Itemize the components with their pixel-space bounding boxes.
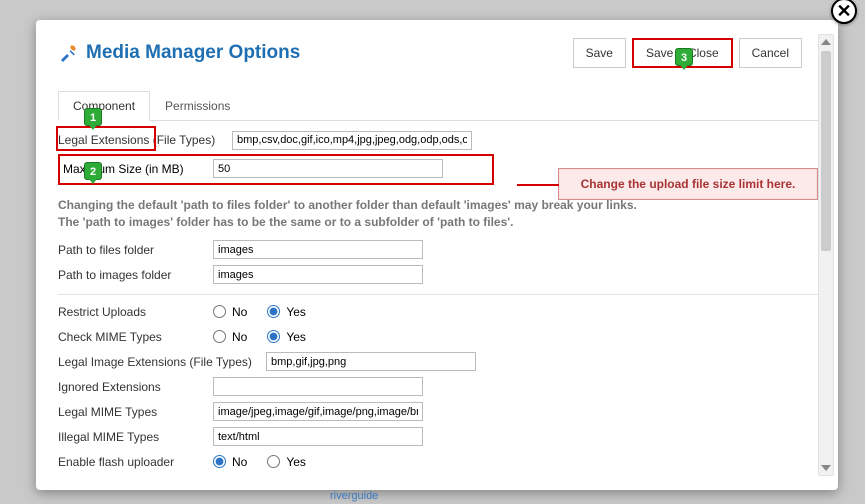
scroll-thumb[interactable] (821, 51, 831, 251)
options-modal: Media Manager Options Save Save & Close … (36, 20, 838, 490)
path-images-label: Path to images folder (58, 268, 213, 282)
marker-2: 2 (84, 162, 102, 180)
highlight-box-maxsize: Maximum Size (in MB) (58, 154, 494, 185)
path-warning-note: Changing the default 'path to files fold… (58, 197, 822, 231)
path-files-label: Path to files folder (58, 243, 213, 257)
restrict-yes-option[interactable]: Yes (267, 305, 306, 319)
legal-img-ext-label: Legal Image Extensions (File Types) (58, 355, 266, 369)
path-images-input[interactable] (213, 265, 423, 284)
legal-extensions-label: Legal Extensions (File Types) (58, 133, 232, 147)
restrict-no-radio[interactable] (213, 305, 226, 318)
footer-link[interactable]: riverguide (330, 490, 378, 502)
restrict-no-option[interactable]: No (213, 305, 247, 319)
radio-no-label: No (232, 330, 247, 344)
flash-uploader-radios: No Yes (213, 455, 306, 469)
tab-component[interactable]: Component (58, 91, 150, 121)
mime-no-option[interactable]: No (213, 330, 247, 344)
restrict-uploads-label: Restrict Uploads (58, 305, 213, 319)
scroll-up-icon[interactable] (821, 39, 831, 45)
radio-yes-label: Yes (286, 330, 306, 344)
separator (58, 294, 822, 295)
annotation-callout: Change the upload file size limit here. (558, 168, 818, 200)
save-button[interactable]: Save (573, 38, 626, 68)
cancel-button[interactable]: Cancel (739, 38, 802, 68)
legal-mime-input[interactable] (213, 402, 423, 421)
restrict-yes-radio[interactable] (267, 305, 280, 318)
restrict-uploads-radios: No Yes (213, 305, 306, 319)
ignored-ext-input[interactable] (213, 377, 423, 396)
check-mime-label: Check MIME Types (58, 330, 213, 344)
flash-uploader-label: Enable flash uploader (58, 455, 213, 469)
max-size-input[interactable] (213, 159, 443, 178)
flash-yes-radio[interactable] (267, 455, 280, 468)
legal-img-ext-input[interactable] (266, 352, 476, 371)
ignored-ext-label: Ignored Extensions (58, 380, 213, 394)
radio-yes-label: Yes (286, 455, 306, 469)
marker-3: 3 (675, 48, 693, 66)
vertical-scrollbar[interactable] (818, 34, 834, 476)
radio-no-label: No (232, 305, 247, 319)
check-mime-radios: No Yes (213, 330, 306, 344)
page-title: Media Manager Options (86, 42, 300, 64)
mime-yes-option[interactable]: Yes (267, 330, 306, 344)
tab-permissions[interactable]: Permissions (150, 91, 245, 121)
tools-icon (58, 43, 78, 63)
radio-no-label: No (232, 455, 247, 469)
marker-1: 1 (84, 108, 102, 126)
legal-extensions-input[interactable] (232, 131, 472, 150)
scroll-down-icon[interactable] (821, 465, 831, 471)
path-files-input[interactable] (213, 240, 423, 259)
flash-yes-option[interactable]: Yes (267, 455, 306, 469)
legal-mime-label: Legal MIME Types (58, 405, 213, 419)
note-line-2: The 'path to images' folder has to be th… (58, 214, 822, 231)
radio-yes-label: Yes (286, 305, 306, 319)
mime-yes-radio[interactable] (267, 330, 280, 343)
flash-no-radio[interactable] (213, 455, 226, 468)
mime-no-radio[interactable] (213, 330, 226, 343)
tab-bar: Component Permissions (58, 90, 822, 121)
illegal-mime-input[interactable] (213, 427, 423, 446)
illegal-mime-label: Illegal MIME Types (58, 430, 213, 444)
flash-no-option[interactable]: No (213, 455, 247, 469)
